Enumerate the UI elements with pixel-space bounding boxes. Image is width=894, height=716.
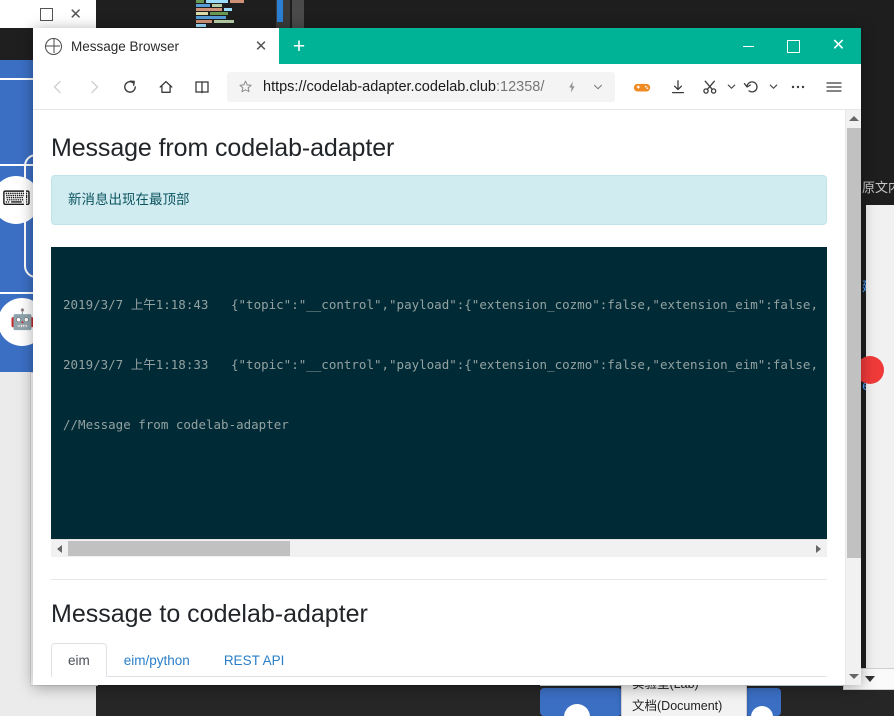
log-line: 2019/3/7 上午1:18:43 {"topic":"__control",… [63,297,817,313]
url-port: :12358 [495,78,541,95]
chevron-down-icon [864,676,875,682]
message-log-panel[interactable]: 2019/3/7 上午1:18:43 {"topic":"__control",… [51,247,827,540]
home-button[interactable] [149,70,183,104]
tab-eim-python[interactable]: eim/python [107,643,207,677]
new-tab-button[interactable]: + [279,28,319,64]
section-divider [51,579,827,581]
page-viewport: Message from codelab-adapter 新消息出现在最顶部 2… [33,110,861,685]
bg-close-icon[interactable]: ✕ [69,7,82,22]
page-content: Message from codelab-adapter 新消息出现在最顶部 2… [33,110,845,685]
reading-view-button[interactable] [185,70,219,104]
page-title-from: Message from codelab-adapter [51,134,395,162]
page-container: Message from codelab-adapter 新消息出现在最顶部 2… [33,110,845,685]
browser-toolbar: https://codelab-adapter.codelab.club:123… [33,64,861,110]
gamepad-icon[interactable] [625,70,659,104]
close-button[interactable]: ✕ [816,28,861,64]
window-controls: ✕ [726,28,861,64]
hscroll-track[interactable] [68,540,810,557]
minimize-button[interactable] [726,28,771,64]
robot-icon-2: 🤖 [10,309,35,331]
log-line: //Message from codelab-adapter [63,417,289,433]
log-horizontal-scrollbar[interactable] [51,539,827,558]
close-icon[interactable]: ✕ [253,39,269,54]
alert-new-message-top: 新消息出现在最顶部 [51,175,827,226]
editor-line-2: 原文内 [862,181,894,196]
url-host: codelab-adapter.codelab.club [306,78,496,95]
page-vertical-scrollbar[interactable] [845,110,861,685]
hamburger-icon[interactable] [817,70,851,104]
scissors-icon[interactable] [697,70,723,104]
dropdown-item-document[interactable]: 文档(Document) [622,695,746,716]
page-title-to: Message to codelab-adapter [51,600,368,629]
browser-window: Message Browser ✕ + ✕ https://codelab-ad… [33,28,861,685]
message-tabs: eim eim/python REST API [51,643,827,678]
ellipsis-icon[interactable] [781,70,815,104]
browser-tab-message-browser[interactable]: Message Browser ✕ [33,28,279,64]
background-window-controls: ✕ [0,0,96,28]
undo-dropdown-icon[interactable] [767,70,779,104]
tab-title: Message Browser [71,38,180,54]
vscroll-thumb[interactable] [847,128,861,558]
scissors-dropdown-icon[interactable] [725,70,737,104]
forward-button[interactable] [77,70,111,104]
hscroll-thumb[interactable] [68,541,290,557]
globe-icon [45,37,62,55]
url-path: / [540,78,545,95]
chevron-down-icon[interactable] [589,78,607,96]
scroll-down-arrow-icon[interactable] [846,668,861,685]
scroll-up-arrow-icon[interactable] [846,110,861,127]
tabstrip-drag-area [319,28,726,64]
tab-eim[interactable]: eim [51,643,107,678]
maximize-button[interactable] [771,28,816,64]
browser-tabstrip: Message Browser ✕ + ✕ [33,28,861,64]
download-icon[interactable] [661,70,695,104]
log-line: 2019/3/7 上午1:18:33 {"topic":"__control",… [63,357,817,373]
tab-rest-api[interactable]: REST API [207,643,302,677]
scroll-right-arrow-icon[interactable] [810,540,827,557]
close-icon-glyph: ✕ [831,37,846,54]
bg-maximize-icon[interactable] [40,7,54,21]
url-scheme: https:// [263,78,307,95]
lightning-icon[interactable] [563,78,581,96]
screen: "scripts": { "dev": "webpack-dev-server"… [0,0,894,716]
taskbar-tile-2[interactable] [745,688,781,716]
taskbar-tile-1[interactable] [540,688,622,716]
address-bar[interactable]: https://codelab-adapter.codelab.club:123… [227,71,615,102]
url-text[interactable]: https://codelab-adapter.codelab.club:123… [263,79,555,95]
star-icon[interactable] [235,77,255,97]
refresh-button[interactable] [113,70,147,104]
undo-icon[interactable] [739,70,765,104]
background-right-page [856,205,894,716]
back-button[interactable] [41,70,75,104]
scroll-left-arrow-icon[interactable] [51,540,68,557]
